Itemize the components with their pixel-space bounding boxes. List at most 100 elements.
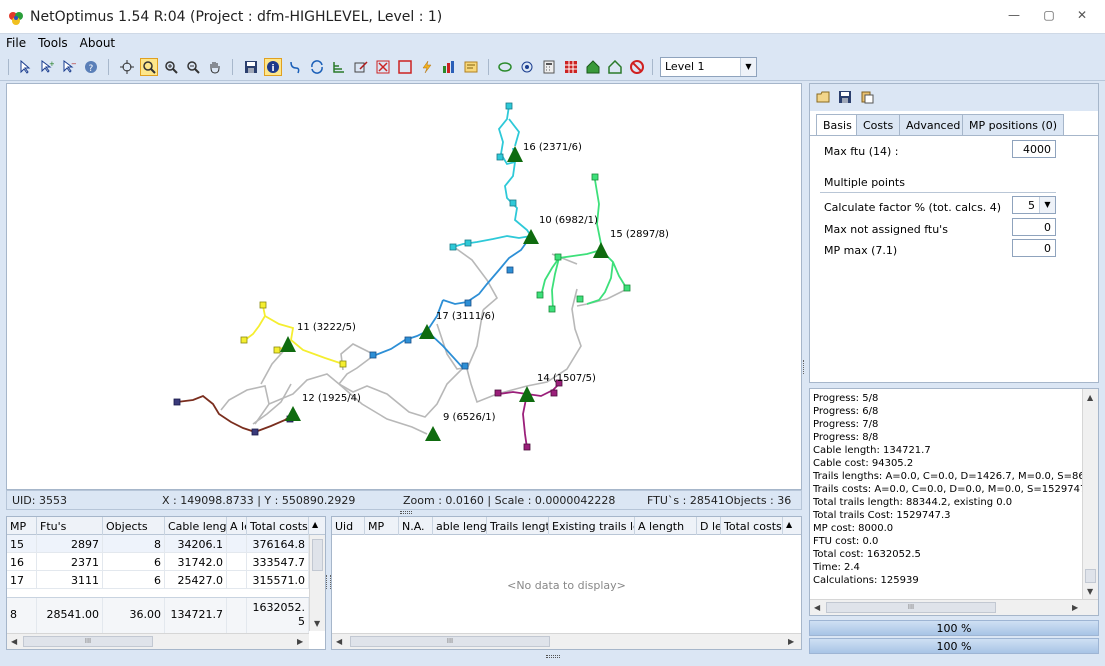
mp-17-marker[interactable] — [419, 324, 435, 339]
minimize-button[interactable]: — — [1000, 8, 1028, 26]
chevron-up-icon[interactable]: ▲ — [1087, 393, 1093, 402]
menu-about[interactable]: About — [74, 34, 121, 50]
tab-mp-positions[interactable]: MP positions (0) — [962, 114, 1064, 135]
zoom-in-icon[interactable] — [162, 58, 180, 76]
house-green-icon[interactable] — [584, 58, 602, 76]
col-cable-length[interactable]: Cable length — [165, 517, 227, 535]
tree-icon[interactable] — [330, 58, 348, 76]
save-icon[interactable] — [242, 58, 260, 76]
chevron-right-icon[interactable]: ▶ — [788, 637, 794, 646]
mp-16-marker[interactable] — [507, 146, 523, 162]
chevron-left-icon[interactable]: ◀ — [814, 603, 820, 612]
side-splitter[interactable] — [803, 360, 807, 374]
col-cable-length[interactable]: able length — [433, 517, 487, 535]
chevron-down-icon[interactable]: ▼ — [314, 619, 320, 628]
scroll-thumb[interactable]: III — [23, 636, 153, 647]
table-row[interactable]: 16 2371 6 31742.0 333547.7 — [7, 553, 309, 571]
select-add-icon[interactable]: + — [38, 58, 56, 76]
scroll-thumb[interactable] — [1085, 569, 1096, 583]
scroll-thumb[interactable]: III — [350, 636, 550, 647]
mp-9-marker[interactable] — [425, 426, 441, 441]
col-mp[interactable]: MP — [7, 517, 37, 535]
grid-chart-icon[interactable] — [562, 58, 580, 76]
col-a-length[interactable]: A le — [227, 517, 247, 535]
chevron-up-icon[interactable]: ▲ — [309, 517, 325, 535]
house-outline-icon[interactable] — [606, 58, 624, 76]
stop-icon[interactable] — [628, 58, 646, 76]
select-remove-icon[interactable]: − — [60, 58, 78, 76]
col-ftus[interactable]: Ftu's — [37, 517, 103, 535]
col-d-length[interactable]: D ler — [697, 517, 721, 535]
tab-advanced[interactable]: Advanced — [899, 114, 968, 135]
calculation-log[interactable]: Progress: 5/8 Progress: 6/8 Progress: 7/… — [809, 388, 1099, 616]
help-icon[interactable]: ? — [82, 58, 100, 76]
lightning-icon[interactable] — [418, 58, 436, 76]
square-icon[interactable] — [396, 58, 414, 76]
mp-max-input[interactable]: 0 — [1012, 239, 1056, 257]
col-uid[interactable]: Uid — [332, 517, 365, 535]
refresh-icon[interactable] — [308, 58, 326, 76]
map-canvas[interactable]: 16 (2371/6) 10 (6982/1) 15 (2897/8) 11 (… — [6, 83, 802, 490]
route-icon[interactable] — [286, 58, 304, 76]
calculator-icon[interactable] — [540, 58, 558, 76]
chevron-down-icon[interactable]: ▼ — [1039, 197, 1055, 213]
vertical-scrollbar[interactable]: ▲ ▼ — [1082, 389, 1098, 599]
vertical-scrollbar[interactable]: ▼ — [309, 535, 325, 631]
delete-icon[interactable] — [374, 58, 392, 76]
open-folder-icon[interactable] — [814, 88, 832, 106]
maximize-button[interactable]: ▢ — [1035, 8, 1063, 26]
col-mp[interactable]: MP — [365, 517, 399, 535]
mp-15-marker[interactable] — [593, 242, 609, 258]
ellipse-icon[interactable] — [496, 58, 514, 76]
col-objects[interactable]: Objects — [103, 517, 165, 535]
horizontal-scrollbar[interactable]: ◀ III ▶ — [810, 599, 1098, 615]
menu-tools[interactable]: Tools — [32, 34, 74, 50]
pan-center-icon[interactable] — [118, 58, 136, 76]
chevron-down-icon[interactable]: ▼ — [1087, 587, 1093, 596]
col-total-costs[interactable]: Total costs — [721, 517, 783, 535]
edit-icon[interactable] — [352, 58, 370, 76]
paste-icon[interactable] — [858, 88, 876, 106]
vertical-splitter[interactable] — [326, 575, 331, 589]
scroll-thumb[interactable] — [312, 539, 323, 571]
col-trails-length[interactable]: Trails length — [487, 517, 549, 535]
horizontal-scrollbar[interactable]: ◀ III ▶ — [7, 633, 309, 649]
close-button[interactable]: ✕ — [1068, 8, 1096, 26]
col-total-costs[interactable]: Total costs — [247, 517, 309, 535]
target-icon[interactable] — [518, 58, 536, 76]
bottom-splitter[interactable] — [546, 655, 560, 658]
col-existing-trails-length[interactable]: Existing trails leng — [549, 517, 635, 535]
zoom-rect-icon[interactable] — [140, 58, 158, 76]
zoom-out-icon[interactable] — [184, 58, 202, 76]
info-icon[interactable]: i — [264, 58, 282, 76]
max-ftu-input[interactable]: 4000 — [1012, 140, 1056, 158]
report-icon[interactable] — [462, 58, 480, 76]
chevron-down-icon[interactable]: ▼ — [740, 58, 756, 76]
objects-grid[interactable]: Uid MP N.A. able length Trails length Ex… — [331, 516, 802, 650]
horizontal-scrollbar[interactable]: ◀ III ▶ — [332, 633, 801, 649]
scroll-thumb[interactable]: III — [826, 602, 996, 613]
chevron-left-icon[interactable]: ◀ — [11, 637, 17, 646]
tab-basis[interactable]: Basis — [816, 114, 859, 136]
mp-12-marker[interactable] — [285, 406, 301, 421]
pan-hand-icon[interactable] — [206, 58, 224, 76]
chevron-right-icon[interactable]: ▶ — [297, 637, 303, 646]
bar-chart-icon[interactable] — [440, 58, 458, 76]
chevron-right-icon[interactable]: ▶ — [1072, 603, 1078, 612]
calc-factor-input[interactable]: 5 ▼ — [1012, 196, 1056, 214]
chevron-up-icon[interactable]: ▲ — [783, 517, 801, 535]
save-icon[interactable] — [836, 88, 854, 106]
network-map[interactable]: 16 (2371/6) 10 (6982/1) 15 (2897/8) 11 (… — [7, 84, 801, 489]
max-not-assigned-input[interactable]: 0 — [1012, 218, 1056, 236]
chevron-left-icon[interactable]: ◀ — [336, 637, 342, 646]
table-row[interactable]: 17 3111 6 25427.0 315571.0 — [7, 571, 309, 589]
level-select[interactable]: Level 1 ▼ — [660, 57, 757, 77]
table-row[interactable]: 15 2897 8 34206.1 376164.8 — [7, 535, 309, 553]
menu-file[interactable]: File — [0, 34, 32, 50]
col-a-length[interactable]: A length — [635, 517, 697, 535]
select-arrow-icon[interactable] — [16, 58, 34, 76]
tab-costs[interactable]: Costs — [856, 114, 901, 135]
mp-summary-grid[interactable]: MP Ftu's Objects Cable length A le Total… — [6, 516, 326, 650]
mp-11-marker[interactable] — [280, 336, 296, 352]
col-na[interactable]: N.A. — [399, 517, 433, 535]
